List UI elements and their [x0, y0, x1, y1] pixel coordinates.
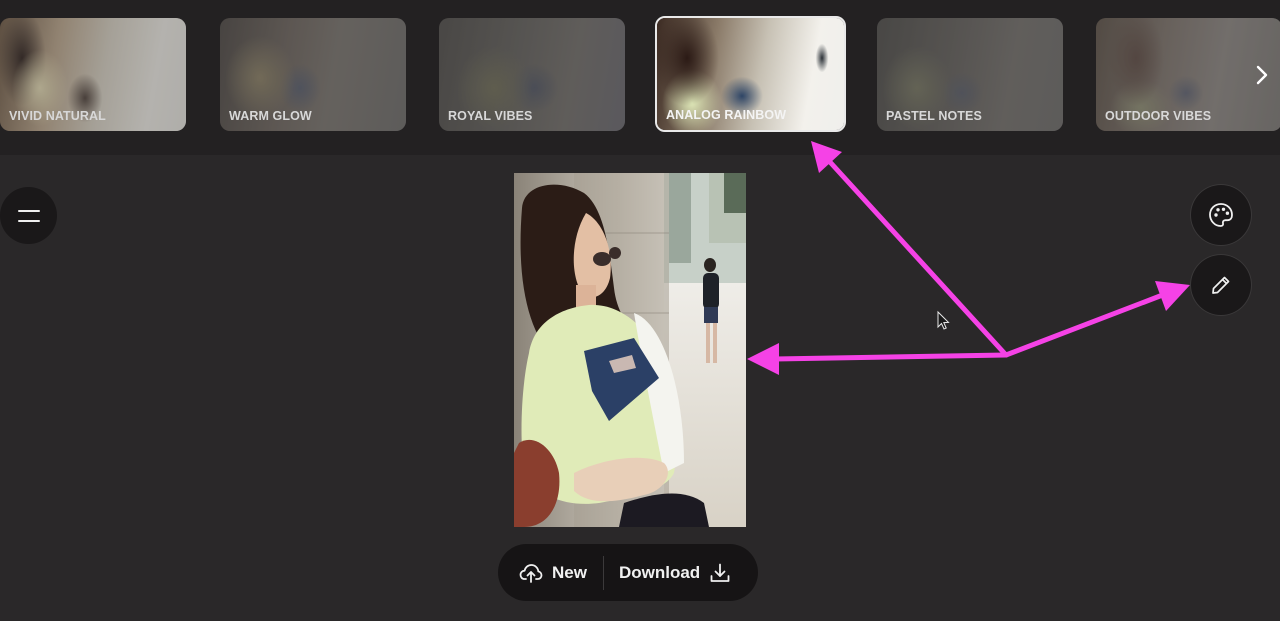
arrowhead-edit [1155, 281, 1190, 311]
filter-label: ANALOG RAINBOW [666, 108, 787, 122]
new-button[interactable]: New [498, 544, 603, 601]
arrow-to-edit-button [1003, 293, 1163, 358]
palette-icon [1209, 203, 1233, 227]
download-icon [710, 563, 730, 582]
filter-tile-royal-vibes[interactable]: ROYAL VIBES [439, 18, 625, 131]
menu-button[interactable] [0, 187, 57, 244]
photo-preview [514, 173, 746, 527]
filter-label: OUTDOOR VIBES [1105, 109, 1212, 123]
filter-label: PASTEL NOTES [886, 109, 982, 123]
filter-tile-warm-glow[interactable]: WARM GLOW [220, 18, 406, 131]
download-label: Download [618, 562, 701, 582]
filter-tile-pastel-notes[interactable]: PASTEL NOTES [877, 18, 1063, 131]
palette-button[interactable] [1191, 185, 1251, 245]
filter-label: WARM GLOW [229, 109, 312, 123]
filter-tile-vivid-natural[interactable]: VIVID NATURAL [0, 18, 186, 131]
arrow-to-photo [772, 352, 1009, 362]
arrowhead-photo [747, 343, 779, 375]
menu-icon [17, 209, 40, 222]
filter-carousel: VIVID NATURAL WARM GLOW ROYAL VIBES ANAL… [0, 0, 1280, 155]
arrow-to-selected-filter [827, 159, 1009, 358]
carousel-next-button[interactable] [1250, 60, 1274, 90]
edit-button[interactable] [1191, 255, 1251, 315]
action-bar: New Download [498, 544, 758, 601]
cloud-upload-icon [519, 563, 543, 583]
filter-tile-analog-rainbow[interactable]: ANALOG RAINBOW [655, 16, 846, 132]
filter-label: VIVID NATURAL [9, 109, 106, 123]
mouse-cursor-icon [937, 310, 950, 330]
chevron-right-icon [1256, 65, 1268, 85]
filter-label: ROYAL VIBES [448, 109, 533, 123]
photo-image [514, 173, 746, 527]
download-button[interactable]: Download [604, 544, 731, 601]
new-label: New [552, 562, 587, 582]
pencil-icon [1212, 276, 1230, 294]
